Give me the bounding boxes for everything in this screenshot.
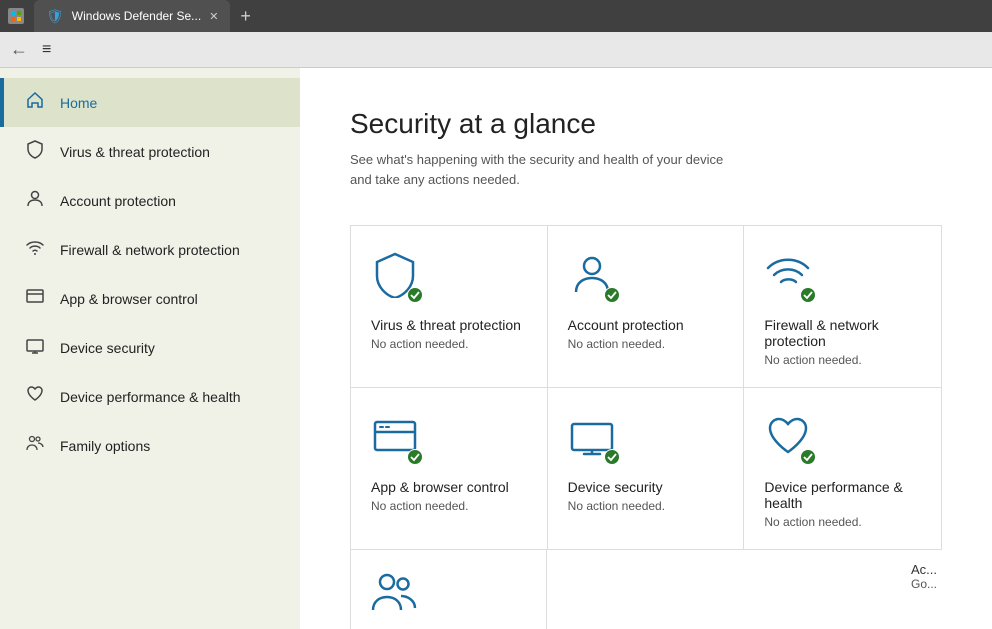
health-card[interactable]: Device performance & health No action ne… <box>744 388 941 549</box>
active-tab[interactable]: 🛡 Windows Defender Se... ✕ <box>34 0 230 32</box>
content-area: Security at a glance See what's happenin… <box>300 68 992 629</box>
page-title: Security at a glance <box>350 108 942 140</box>
heart-icon <box>24 384 46 409</box>
tab-close-button[interactable]: ✕ <box>209 10 218 23</box>
main-layout: Home Virus & threat protection Account p… <box>0 68 992 629</box>
back-button[interactable]: ← <box>10 39 28 60</box>
device-icon <box>24 335 46 360</box>
health-card-title: Device performance & health <box>764 479 921 511</box>
sidebar-item-home-label: Home <box>60 95 97 111</box>
person-icon <box>24 188 46 213</box>
firewall-card-status: No action needed. <box>764 353 921 367</box>
health-card-icon-wrap <box>764 412 812 465</box>
sidebar-item-device-label: Device security <box>60 340 155 356</box>
menu-button[interactable]: ≡ <box>42 41 53 59</box>
sidebar-item-device[interactable]: Device security <box>0 323 300 372</box>
firewall-card-icon-wrap <box>764 250 812 303</box>
device-security-card-title: Device security <box>568 479 724 495</box>
sidebar-item-family[interactable]: Family options <box>0 421 300 470</box>
app-icon <box>8 8 24 24</box>
partial-right-label: Ac... <box>350 562 937 577</box>
tab-bar: 🛡 Windows Defender Se... ✕ + <box>34 0 984 32</box>
right-partial-text: Ac... Go... <box>350 562 942 591</box>
sidebar-item-health[interactable]: Device performance & health <box>0 372 300 421</box>
new-tab-button[interactable]: + <box>230 0 261 32</box>
sidebar-item-health-label: Device performance & health <box>60 389 241 405</box>
virus-card-icon-wrap <box>371 250 419 303</box>
check-badge-app <box>407 449 423 465</box>
check-badge-virus <box>407 287 423 303</box>
wifi-icon <box>24 237 46 262</box>
titlebar-app-icons <box>8 8 24 24</box>
sidebar-item-firewall[interactable]: Firewall & network protection <box>0 225 300 274</box>
sidebar-item-virus[interactable]: Virus & threat protection <box>0 127 300 176</box>
device-security-card-status: No action needed. <box>568 499 724 513</box>
check-badge-firewall <box>800 287 816 303</box>
app-card-status: No action needed. <box>371 499 527 513</box>
device-security-icon-wrap <box>568 412 616 465</box>
virus-card-title: Virus & threat protection <box>371 317 527 333</box>
firewall-card-title: Firewall & network protection <box>764 317 921 349</box>
navbar: ← ≡ <box>0 32 992 68</box>
account-card-title: Account protection <box>568 317 724 333</box>
sidebar-item-account[interactable]: Account protection <box>0 176 300 225</box>
sidebar-item-family-label: Family options <box>60 438 150 454</box>
sidebar-item-app-label: App & browser control <box>60 291 198 307</box>
security-cards-grid: Virus & threat protection No action need… <box>350 225 942 550</box>
check-badge-health <box>800 449 816 465</box>
account-card-icon-wrap <box>568 250 616 303</box>
app-card-icon-wrap <box>371 412 419 465</box>
sidebar: Home Virus & threat protection Account p… <box>0 68 300 629</box>
home-icon <box>24 90 46 115</box>
account-card-status: No action needed. <box>568 337 724 351</box>
virus-card-status: No action needed. <box>371 337 527 351</box>
page-subtitle: See what's happening with the security a… <box>350 150 942 189</box>
virus-protection-card[interactable]: Virus & threat protection No action need… <box>351 226 548 388</box>
check-badge-account <box>604 287 620 303</box>
account-protection-card[interactable]: Account protection No action needed. <box>548 226 745 388</box>
sidebar-item-virus-label: Virus & threat protection <box>60 144 210 160</box>
shield-icon <box>24 139 46 164</box>
tab-title: Windows Defender Se... <box>72 9 201 23</box>
device-security-card[interactable]: Device security No action needed. <box>548 388 745 549</box>
partial-right-status: Go... <box>350 577 937 591</box>
firewall-protection-card[interactable]: Firewall & network protection No action … <box>744 226 941 388</box>
browser-icon <box>24 286 46 311</box>
app-card-title: App & browser control <box>371 479 527 495</box>
family-icon <box>24 433 46 458</box>
health-card-status: No action needed. <box>764 515 921 529</box>
sidebar-item-app[interactable]: App & browser control <box>0 274 300 323</box>
sidebar-item-firewall-label: Firewall & network protection <box>60 242 240 258</box>
sidebar-item-home[interactable]: Home <box>0 78 300 127</box>
check-badge-device <box>604 449 620 465</box>
tab-shield-icon: 🛡 <box>46 8 64 25</box>
app-control-card[interactable]: App & browser control No action needed. <box>351 388 548 549</box>
sidebar-item-account-label: Account protection <box>60 193 176 209</box>
titlebar: 🛡 Windows Defender Se... ✕ + <box>0 0 992 32</box>
